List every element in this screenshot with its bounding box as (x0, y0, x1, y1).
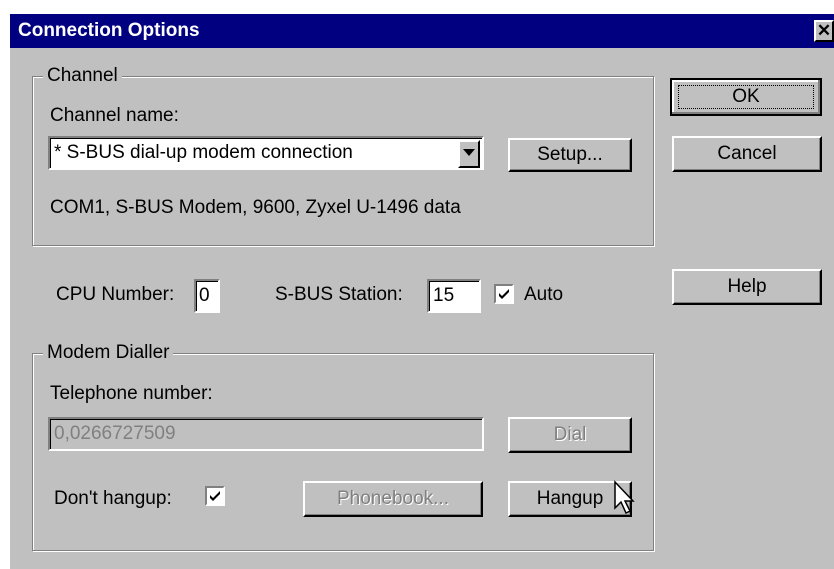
dialog-title: Connection Options (18, 20, 200, 41)
dont-hangup-checkbox[interactable] (205, 486, 225, 506)
channel-group-label: Channel (43, 65, 122, 87)
mouse-pointer-icon (614, 480, 635, 515)
channel-name-dropdown[interactable]: * S-BUS dial-up modem connection (48, 136, 484, 170)
telephone-number-input[interactable]: 0,0266727509 (48, 417, 484, 451)
connection-options-dialog: Connection Options ✕ Channel Channel nam… (10, 14, 834, 569)
modem-dialler-group-label: Modem Dialler (43, 342, 174, 364)
setup-button[interactable]: Setup... (508, 138, 632, 172)
dial-button[interactable]: Dial (508, 417, 632, 453)
auto-label: Auto (524, 284, 564, 305)
channel-name-label: Channel name: (50, 105, 179, 126)
cancel-button[interactable]: Cancel (672, 136, 822, 172)
close-button[interactable]: ✕ (814, 20, 834, 42)
telephone-number-label: Telephone number: (50, 383, 213, 404)
check-icon (499, 289, 509, 299)
title-bar: Connection Options ✕ (10, 14, 834, 48)
channel-info-text: COM1, S-BUS Modem, 9600, Zyxel U-1496 da… (50, 197, 461, 218)
check-icon (210, 491, 220, 501)
close-icon: ✕ (816, 21, 832, 40)
chevron-down-icon (463, 149, 475, 156)
sbus-station-label: S-BUS Station: (275, 284, 403, 305)
dont-hangup-label: Don't hangup: (54, 488, 172, 509)
cpu-number-label: CPU Number: (56, 284, 175, 305)
help-button[interactable]: Help (672, 269, 822, 305)
dropdown-button[interactable] (458, 140, 480, 168)
cpu-number-input[interactable]: 0 (194, 279, 220, 313)
channel-name-value: * S-BUS dial-up modem connection (54, 142, 353, 163)
phonebook-button[interactable]: Phonebook... (303, 481, 483, 517)
auto-checkbox[interactable] (494, 284, 514, 304)
ok-button[interactable]: OK (670, 78, 822, 116)
sbus-station-input[interactable]: 15 (427, 279, 481, 313)
